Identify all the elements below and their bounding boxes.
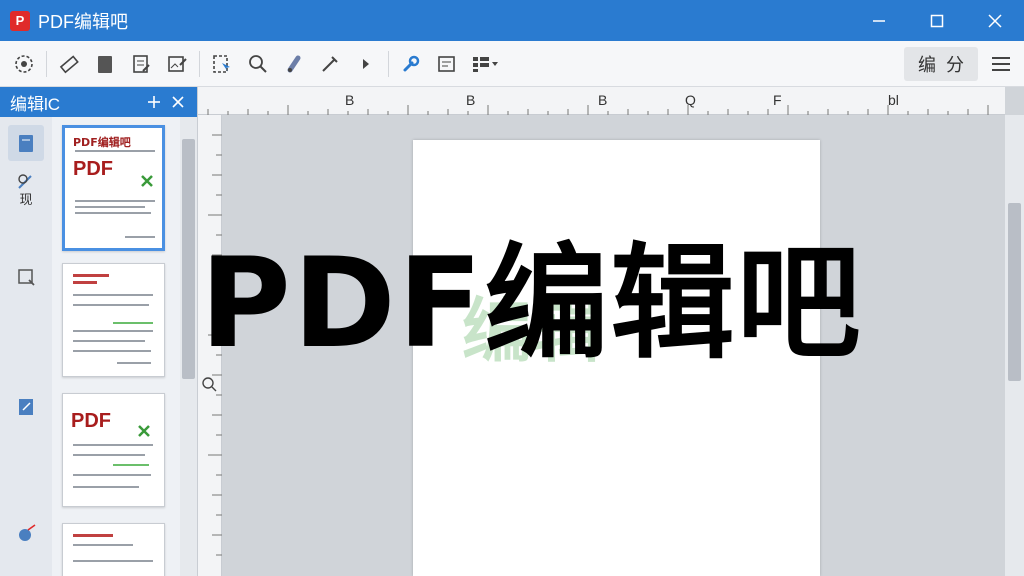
check-icon xyxy=(138,425,150,437)
edit-mode-toggle[interactable]: 编 分 xyxy=(904,47,978,81)
thumb-heading: PDF xyxy=(73,158,113,180)
link-icon xyxy=(287,55,301,72)
play-icon xyxy=(363,58,369,69)
zoom-icon xyxy=(249,54,267,73)
window-controls xyxy=(850,0,1024,41)
image-edit-icon xyxy=(168,55,187,72)
layout-icon xyxy=(473,56,498,72)
toolbar-divider xyxy=(388,50,389,77)
ruler-label: B xyxy=(466,92,476,108)
wrench-icon xyxy=(403,55,420,71)
signature-tool[interactable] xyxy=(8,515,44,551)
play-button[interactable] xyxy=(348,46,384,82)
scrollbar-thumb[interactable] xyxy=(182,139,195,379)
close-button[interactable] xyxy=(966,0,1024,41)
thumbnail-scrollbar[interactable] xyxy=(180,117,197,576)
pages-icon xyxy=(19,135,33,152)
document-icon xyxy=(98,55,112,73)
window-title: PDF编辑吧 xyxy=(38,11,128,32)
split-mode-label: 分 xyxy=(946,55,964,75)
ruler-label: F xyxy=(773,92,782,108)
page-thumbnail[interactable] xyxy=(62,263,165,377)
thumb-heading: PDF xyxy=(71,410,111,432)
pages-tool[interactable] xyxy=(8,125,44,161)
title-bar: P PDF编辑吧 xyxy=(0,0,1024,41)
form-button[interactable] xyxy=(429,46,465,82)
minimize-button[interactable] xyxy=(850,0,908,41)
pen-icon xyxy=(322,55,338,72)
bookmark-icon xyxy=(19,399,33,415)
ocr-select-button[interactable] xyxy=(204,46,240,82)
overlay-title: PDF编辑吧 xyxy=(200,232,863,376)
page-thumbnail[interactable]: PDF编辑吧 PDF xyxy=(62,125,165,251)
wrench-button[interactable] xyxy=(393,46,429,82)
select-icon xyxy=(15,54,33,73)
ruler-label: bl xyxy=(888,92,899,108)
tool-label: 现 xyxy=(19,193,33,208)
form-icon xyxy=(438,55,455,72)
side-panel-tools: 现 xyxy=(0,117,52,576)
select-button[interactable] xyxy=(6,46,42,82)
close-panel-icon[interactable] xyxy=(167,91,189,113)
minimize-icon xyxy=(873,19,885,22)
layout-dropdown[interactable] xyxy=(465,46,505,82)
image-edit-button[interactable] xyxy=(159,46,195,82)
signature-icon xyxy=(19,524,36,541)
eraser-icon xyxy=(59,54,79,73)
close-icon xyxy=(988,13,1002,28)
document-button[interactable] xyxy=(87,46,123,82)
main-toolbar: 编 分 xyxy=(0,41,1024,87)
add-icon[interactable] xyxy=(143,91,165,113)
edit-mode-label: 编 xyxy=(918,55,936,75)
zoom-button[interactable] xyxy=(240,46,276,82)
ruler-label: B xyxy=(598,92,608,108)
search-tool[interactable] xyxy=(8,259,44,295)
check-icon xyxy=(141,175,153,187)
scrollbar-thumb[interactable] xyxy=(1008,203,1021,381)
thumb-title: PDF编辑吧 xyxy=(73,136,131,149)
pen-button[interactable] xyxy=(312,46,348,82)
page-thumbnail[interactable] xyxy=(62,523,165,576)
edit-page-button[interactable] xyxy=(123,46,159,82)
canvas-scrollbar[interactable] xyxy=(1005,115,1024,576)
search-page-icon xyxy=(18,269,35,286)
thumbnail-list: PDF编辑吧 PDF PDF xyxy=(52,117,180,576)
maximize-button[interactable] xyxy=(908,0,966,41)
toolbar-divider xyxy=(199,50,200,77)
side-panel-header: 编辑lC xyxy=(0,87,197,117)
page-thumbnail[interactable]: PDF xyxy=(62,393,165,507)
eraser-button[interactable] xyxy=(51,46,87,82)
maximize-icon xyxy=(930,14,944,27)
bookmark-tool[interactable] xyxy=(8,389,44,425)
toolbar-divider xyxy=(46,50,47,77)
link-button[interactable] xyxy=(276,46,312,82)
horizontal-ruler: B B B Q F bl xyxy=(198,87,1005,115)
menu-button[interactable] xyxy=(990,52,1012,76)
side-panel: 编辑lC 现 PDF编辑吧 PDF PDF xyxy=(0,87,198,576)
edit-page-icon xyxy=(133,54,150,73)
ruler-label: Q xyxy=(685,92,696,108)
app-logo: P xyxy=(10,10,30,31)
ocr-select-icon xyxy=(213,54,230,73)
ruler-label: B xyxy=(345,92,355,108)
hamburger-icon xyxy=(992,57,1010,71)
side-panel-title: 编辑lC xyxy=(10,94,61,114)
